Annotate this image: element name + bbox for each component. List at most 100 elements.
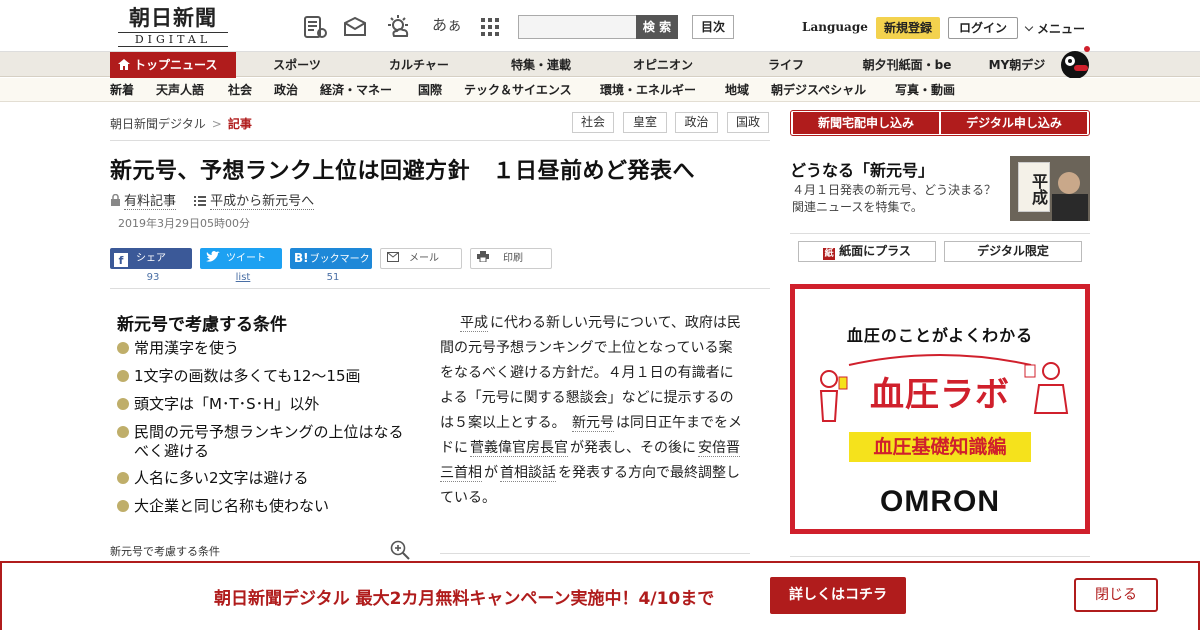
campaign-close-button[interactable]: 閉じる: [1074, 578, 1158, 612]
tag-society[interactable]: 社会: [572, 112, 614, 133]
paper-list-icon[interactable]: [302, 14, 328, 40]
main-nav: トップニュース スポーツ カルチャー 特集・連載 オピニオン ライフ 朝夕刊紙面…: [0, 46, 1200, 79]
tab-my-asadigi[interactable]: MY朝デジ: [985, 52, 1049, 77]
tag-imperial[interactable]: 皇室: [623, 112, 667, 133]
subnav-item-environment[interactable]: 環境・エネルギー: [600, 78, 696, 102]
feature-title[interactable]: どうなる「新元号」: [790, 157, 934, 181]
print-button[interactable]: 印刷: [470, 248, 552, 269]
link-new-era[interactable]: 新元号: [572, 415, 615, 432]
bullet-icon: [117, 398, 129, 410]
zoom-in-icon[interactable]: [390, 540, 410, 560]
search-input[interactable]: [518, 15, 638, 39]
menu-button[interactable]: メニュー: [1024, 20, 1086, 37]
advertisement[interactable]: 血圧のことがよくわかる 血圧ラボ 血圧基礎知識編 OMRON: [790, 284, 1090, 534]
mail-icon: [387, 252, 399, 262]
print-label: 印刷: [503, 253, 523, 264]
page: 朝日新聞 DIGITAL あぁ 検 索 目次 Language 新規登録 ログイ…: [0, 0, 1200, 630]
hatena-bookmark-label: ブックマーク: [309, 254, 370, 265]
tweet-count-link[interactable]: list: [200, 272, 286, 283]
weather-icon[interactable]: [386, 14, 412, 40]
ad-subtitle: 血圧基礎知識編: [849, 432, 1031, 462]
subnav-item-photo-video[interactable]: 写真・動画: [895, 78, 955, 102]
tab-top-news[interactable]: トップニュース: [110, 52, 236, 78]
campaign-banner-text: 朝日新聞デジタル 最大2カ月無料キャンペーン実施中！4/10まで: [214, 589, 715, 609]
breadcrumb-home[interactable]: 朝日新聞デジタル: [110, 117, 206, 131]
subnav-item-society[interactable]: 社会: [228, 78, 252, 102]
mail-open-icon[interactable]: [342, 14, 368, 40]
mail-share-label: メール: [409, 253, 439, 264]
feature-text: ４月１日発表の新元号、どう決まる？ 関連ニュースを特集で。: [792, 183, 1009, 214]
home-icon: [118, 59, 130, 70]
font-size-icon[interactable]: あぁ: [432, 14, 462, 35]
subnav-item-tensei[interactable]: 天声人語: [156, 78, 204, 102]
tab-life[interactable]: ライフ: [765, 52, 807, 77]
grid-menu-icon[interactable]: [477, 14, 503, 40]
bullet-icon: [117, 342, 129, 354]
facebook-share-button[interactable]: f シェア: [110, 248, 192, 269]
mail-share-button[interactable]: メール: [380, 248, 462, 269]
subnav-item-tech-science[interactable]: テック＆サイエンス: [464, 78, 572, 102]
register-button[interactable]: 新規登録: [876, 17, 940, 39]
subnav-item-politics[interactable]: 政治: [274, 78, 298, 102]
subnav-item-economy[interactable]: 経済・マネー: [320, 78, 392, 102]
site-header: 朝日新聞 DIGITAL あぁ 検 索 目次 Language 新規登録 ログイ…: [0, 0, 1200, 52]
bullet-icon: [117, 472, 129, 484]
hatena-bookmark-icon: B!: [294, 251, 309, 265]
figure-title: 新元号で考慮する条件: [117, 315, 287, 335]
paper-plus-label: 紙面にプラス: [839, 244, 911, 258]
feature-image-text: 平成: [1018, 162, 1050, 212]
divider: [110, 288, 770, 289]
campaign-details-button[interactable]: 詳しくはコチラ: [770, 577, 906, 614]
tag-national-politics[interactable]: 国政: [727, 112, 769, 133]
login-button[interactable]: ログイン: [948, 17, 1018, 39]
tab-print-edition[interactable]: 朝夕刊紙面・be: [860, 52, 954, 77]
language-link[interactable]: Language: [802, 20, 868, 34]
tag-politics[interactable]: 政治: [675, 112, 718, 133]
lock-icon: [111, 193, 120, 206]
body-text-1: に代わる新しい元号について、政府は民間の元号予想ランキングで上位となっている案を…: [440, 315, 741, 431]
paper-plus-button[interactable]: 紙紙面にプラス: [798, 241, 936, 262]
paid-article-label[interactable]: 有料記事: [124, 194, 177, 210]
link-heisei[interactable]: 平成: [460, 315, 488, 332]
subscribe-newspaper-button[interactable]: 新聞宅配申し込み: [793, 112, 939, 134]
paper-plus-icon: 紙: [823, 248, 836, 260]
article-meta: 有料記事 平成から新元号へ: [110, 190, 315, 210]
hatena-bookmark-button[interactable]: B!ブックマーク: [290, 248, 372, 269]
figure-item-text: 民間の元号予想ランキングの上位はなるべく避ける: [134, 423, 404, 460]
subscribe-digital-button[interactable]: デジタル申し込み: [941, 112, 1087, 134]
tab-opinion[interactable]: オピニオン: [630, 52, 696, 77]
figure-item-text: 常用漢字を使う: [134, 339, 240, 357]
series-link[interactable]: 平成から新元号へ: [210, 194, 315, 210]
print-icon: [477, 251, 489, 263]
search-button[interactable]: 検 索: [636, 15, 678, 39]
tab-top-news-label: トップニュース: [134, 58, 218, 72]
bullet-icon: [117, 370, 129, 382]
subnav-item-latest[interactable]: 新着: [110, 78, 134, 102]
article-headline: 新元号、予想ランク上位は回避方針 １日昼前めど発表へ: [110, 159, 696, 184]
feature-image[interactable]: 平成: [1010, 156, 1090, 221]
chevron-down-icon: [1024, 22, 1034, 32]
sub-nav: 新着 天声人語 社会 政治 経済・マネー 国際 テック＆サイエンス 環境・エネル…: [0, 78, 1200, 102]
facebook-share-count: 93: [146, 272, 160, 283]
list-icon: [194, 196, 207, 206]
logo-sub-text: DIGITAL: [118, 32, 228, 47]
person-suit: [1052, 194, 1088, 221]
facebook-icon: f: [114, 253, 128, 267]
link-suga[interactable]: 菅義偉官房長官: [470, 440, 568, 457]
divider: [790, 233, 1090, 234]
figure-list-item: 頭文字は「M･T･S･H」以外: [117, 395, 417, 414]
tab-sports[interactable]: スポーツ: [270, 52, 324, 77]
subnav-item-region[interactable]: 地域: [725, 78, 749, 102]
site-logo[interactable]: 朝日新聞 DIGITAL: [118, 6, 228, 47]
menu-label: メニュー: [1037, 22, 1086, 36]
logo-main-text: 朝日新聞: [129, 5, 217, 30]
figure-list-item: 常用漢字を使う: [117, 339, 417, 358]
link-danwa[interactable]: 首相談話: [500, 465, 556, 482]
tab-features[interactable]: 特集・連載: [508, 52, 574, 77]
subnav-item-international[interactable]: 国際: [418, 78, 442, 102]
tab-culture[interactable]: カルチャー: [386, 52, 452, 77]
subnav-item-special[interactable]: 朝デジスペシャル: [771, 78, 866, 102]
contents-button[interactable]: 目次: [692, 15, 734, 39]
digital-only-button[interactable]: デジタル限定: [944, 241, 1082, 262]
tweet-button[interactable]: ツイート: [200, 248, 282, 269]
